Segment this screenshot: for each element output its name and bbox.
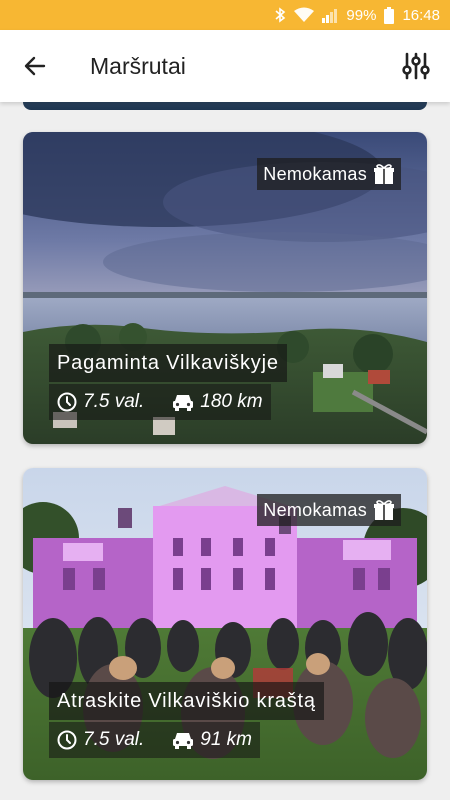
- badge-label: Nemokamas: [263, 163, 367, 184]
- badge-label: Nemokamas: [263, 499, 367, 520]
- page-title: Maršrutai: [90, 52, 186, 79]
- price-badge: Nemokamas: [257, 158, 401, 190]
- route-name: Pagaminta Vilkaviškyje: [49, 344, 287, 382]
- battery-percent: 99%: [346, 6, 377, 24]
- status-bar: 99% 16:48: [0, 0, 450, 30]
- battery-icon: [384, 6, 395, 24]
- bluetooth-icon: [274, 7, 286, 23]
- route-duration: 7.5 val.: [83, 729, 145, 750]
- route-list[interactable]: Nemokamas Pagaminta Vilkaviškyje 7.5 val…: [0, 102, 450, 800]
- route-distance: 91 km: [200, 729, 253, 750]
- route-card[interactable]: Nemokamas Pagaminta Vilkaviškyje 7.5 val…: [23, 132, 427, 444]
- price-badge: Nemokamas: [257, 494, 401, 526]
- signal-icon: [322, 7, 338, 23]
- route-name: Atraskite Vilkaviškio kraštą: [49, 682, 324, 720]
- arrow-back-icon: [23, 54, 47, 78]
- route-meta: 7.5 val. 91 km: [49, 722, 261, 758]
- sliders-icon: [401, 51, 431, 81]
- clock-icon: [57, 730, 77, 750]
- previous-route-card[interactable]: [23, 102, 427, 110]
- wifi-icon: [294, 7, 315, 23]
- gift-icon: [373, 499, 395, 521]
- clock-icon: [57, 392, 77, 412]
- route-meta: 7.5 val. 180 km: [49, 384, 271, 420]
- app-bar: Maršrutai: [0, 30, 450, 102]
- route-distance: 180 km: [200, 391, 263, 412]
- clock: 16:48: [402, 6, 440, 24]
- filter-button[interactable]: [396, 46, 436, 86]
- route-duration: 7.5 val.: [83, 391, 145, 412]
- route-card[interactable]: Nemokamas Atraskite Vilkaviškio kraštą 7…: [23, 468, 427, 780]
- car-icon: [172, 730, 194, 750]
- back-button[interactable]: [0, 30, 70, 102]
- gift-icon: [373, 163, 395, 185]
- car-icon: [172, 392, 194, 412]
